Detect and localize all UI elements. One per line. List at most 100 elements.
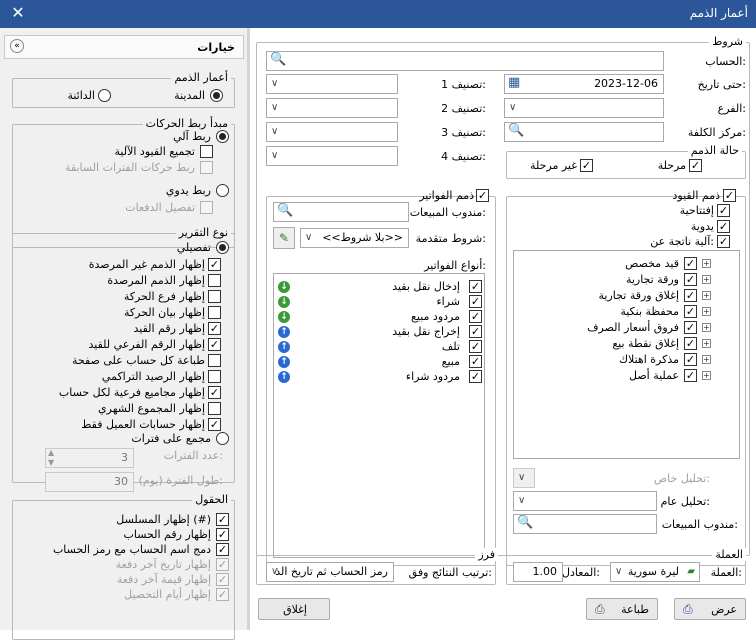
expand-icon[interactable]: + [702, 307, 711, 316]
report-option-checkbox[interactable] [208, 402, 221, 415]
report-option-checkbox[interactable] [208, 274, 221, 287]
opening-checkbox[interactable]: ✓ [717, 204, 730, 217]
filter-icon[interactable]: ✎ [273, 227, 295, 249]
tree-item-checkbox[interactable]: ✓ [684, 289, 697, 302]
period-length-input[interactable]: 30 [45, 472, 134, 492]
sort-dropdown[interactable]: ∨ رمز الحساب ثم تاريخ الذ [266, 562, 394, 582]
status-title: حالة الذمم [687, 144, 742, 157]
manual-checkbox[interactable]: ✓ [717, 220, 730, 233]
invoice-type-checkbox[interactable]: ✓ [469, 310, 482, 323]
entries-salesman-input[interactable] [513, 514, 657, 534]
cost-center-input[interactable] [504, 122, 664, 142]
invoice-type-checkbox[interactable]: ✓ [469, 280, 482, 293]
search-icon[interactable]: 🔍 [277, 203, 293, 218]
search-icon[interactable]: 🔍 [270, 52, 286, 67]
view-label: عرض [711, 603, 737, 616]
arrow-down-icon: ↓ [278, 311, 290, 323]
expand-icon[interactable]: + [702, 259, 711, 268]
report-option-label: إظهار الذمم المرصدة [107, 274, 205, 287]
periods-radio[interactable] [216, 432, 229, 445]
report-option-checkbox[interactable]: ✓ [208, 386, 221, 399]
tree-item-checkbox[interactable]: ✓ [684, 337, 697, 350]
group-auto-checkbox[interactable] [200, 145, 213, 158]
currency-dropdown[interactable]: ∨ ليرة سورية ▰ [610, 562, 700, 582]
class3-dropdown[interactable]: ∨ [266, 122, 398, 142]
advanced-value: <<بلا شروط>> [322, 231, 403, 244]
expand-icon[interactable]: + [702, 355, 711, 364]
invoice-type-checkbox[interactable]: ✓ [469, 340, 482, 353]
invoices-checkbox[interactable]: ✓ [476, 189, 489, 202]
class1-dropdown[interactable]: ∨ [266, 74, 398, 94]
report-option-checkbox[interactable] [208, 370, 221, 383]
advanced-dropdown[interactable]: ∨ <<بلا شروط>> [300, 228, 409, 248]
invoice-type-checkbox[interactable]: ✓ [469, 295, 482, 308]
expand-icon[interactable]: + [702, 291, 711, 300]
report-option-checkbox[interactable] [208, 306, 221, 319]
spin-icon[interactable]: ▲ ▼ [48, 448, 54, 468]
report-option-checkbox[interactable]: ✓ [208, 418, 221, 431]
report-option-checkbox[interactable]: ✓ [208, 258, 221, 271]
auto-entries-tree[interactable]: + ✓ قيد مخصص + ✓ ورقة تجارية + ✓ إغلاق ورقة تجار… [513, 250, 740, 459]
entries-checkbox[interactable]: ✓ [723, 189, 736, 202]
posted-checkbox[interactable]: ✓ [689, 159, 702, 172]
class2-label: تصنيف 2: [441, 102, 486, 115]
invoice-types-list[interactable]: ✓ إدخال نقل بقيد ↓ ✓ شراء ↓ ✓ مردود مبيع ↓ ✓ إخراج… [273, 273, 485, 558]
report-option-checkbox[interactable] [208, 354, 221, 367]
invoice-type-checkbox[interactable]: ✓ [469, 370, 482, 383]
field-checkbox[interactable]: ✓ [216, 573, 229, 586]
expand-icon[interactable]: + [702, 275, 711, 284]
manual-link-radio[interactable] [216, 184, 229, 197]
class2-dropdown[interactable]: ∨ [266, 98, 398, 118]
view-button[interactable]: عرض ⎙ [674, 598, 746, 620]
link-prev-checkbox[interactable] [200, 161, 213, 174]
expand-icon[interactable]: + [702, 323, 711, 332]
general-analysis-dropdown[interactable]: ∨ [513, 491, 657, 511]
tree-item-checkbox[interactable]: ✓ [684, 353, 697, 366]
class4-dropdown[interactable]: ∨ [266, 146, 398, 166]
report-option-label: طباعة كل حساب على صفحة [71, 354, 205, 367]
branch-dropdown[interactable]: ∨ [504, 98, 664, 118]
field-checkbox[interactable]: ✓ [216, 543, 229, 556]
close-button[interactable]: إغلاق [258, 598, 330, 620]
print-button[interactable]: طباعة ⎙ [586, 598, 658, 620]
search-icon[interactable]: 🔍 [517, 515, 533, 530]
calendar-icon[interactable]: ▦ [508, 75, 520, 90]
rate-input[interactable]: 1.00 [513, 562, 563, 582]
options-title: خيارات [197, 41, 235, 54]
unposted-checkbox[interactable]: ✓ [580, 159, 593, 172]
tree-item-checkbox[interactable]: ✓ [684, 321, 697, 334]
close-icon[interactable]: ✕ [8, 3, 28, 22]
invoice-type-checkbox[interactable]: ✓ [469, 325, 482, 338]
auto-from-checkbox[interactable]: ✓ [717, 235, 730, 248]
creditor-radio[interactable] [98, 89, 111, 102]
expand-icon[interactable]: + [702, 371, 711, 380]
tree-item-checkbox[interactable]: ✓ [684, 305, 697, 318]
debtor-radio[interactable] [210, 89, 223, 102]
tree-item-checkbox[interactable]: ✓ [684, 369, 697, 382]
unposted-label: غير مرحلة [530, 159, 577, 172]
detailed-radio[interactable] [216, 241, 229, 254]
auto-link-radio[interactable] [216, 130, 229, 143]
print-label: طباعة [621, 603, 649, 616]
main-panel: شروط الحساب: 🔍 حتى تاريخ: 2023-12-06 ▦ ا… [250, 28, 756, 630]
report-option-checkbox[interactable] [208, 290, 221, 303]
report-option-label: إظهار مجاميع فرعية لكل حساب [58, 386, 205, 399]
tree-item-checkbox[interactable]: ✓ [684, 273, 697, 286]
field-checkbox[interactable]: ✓ [216, 588, 229, 601]
invoice-type-checkbox[interactable]: ✓ [469, 355, 482, 368]
period-count-input[interactable]: 3 [45, 448, 134, 468]
until-date-input[interactable]: 2023-12-06 [504, 74, 664, 94]
field-checkbox[interactable]: ✓ [216, 528, 229, 541]
account-input[interactable] [266, 51, 664, 71]
payments-detail-checkbox[interactable] [200, 201, 213, 214]
report-option-checkbox[interactable]: ✓ [208, 322, 221, 335]
invoices-salesman-input[interactable] [273, 202, 409, 222]
expand-icon[interactable]: + [702, 339, 711, 348]
collapse-icon[interactable]: « [10, 39, 24, 53]
report-option-checkbox[interactable]: ✓ [208, 338, 221, 351]
special-analysis-dropdown[interactable]: ∨ [513, 468, 535, 488]
tree-item-checkbox[interactable]: ✓ [684, 257, 697, 270]
field-checkbox[interactable]: ✓ [216, 513, 229, 526]
field-checkbox[interactable]: ✓ [216, 558, 229, 571]
search-icon[interactable]: 🔍 [508, 123, 524, 138]
